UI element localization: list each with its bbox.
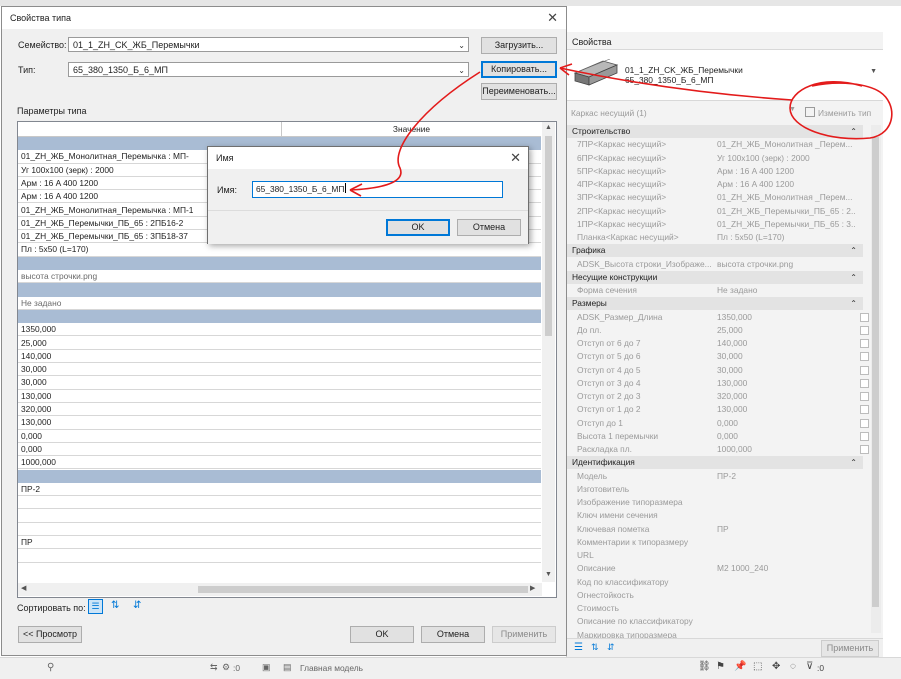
red-annotation-overlay	[349, 63, 893, 197]
annotation-arrow-to-copy	[559, 67, 793, 101]
annotation-circle	[789, 81, 893, 140]
annotation-arrow-to-name	[349, 71, 481, 191]
